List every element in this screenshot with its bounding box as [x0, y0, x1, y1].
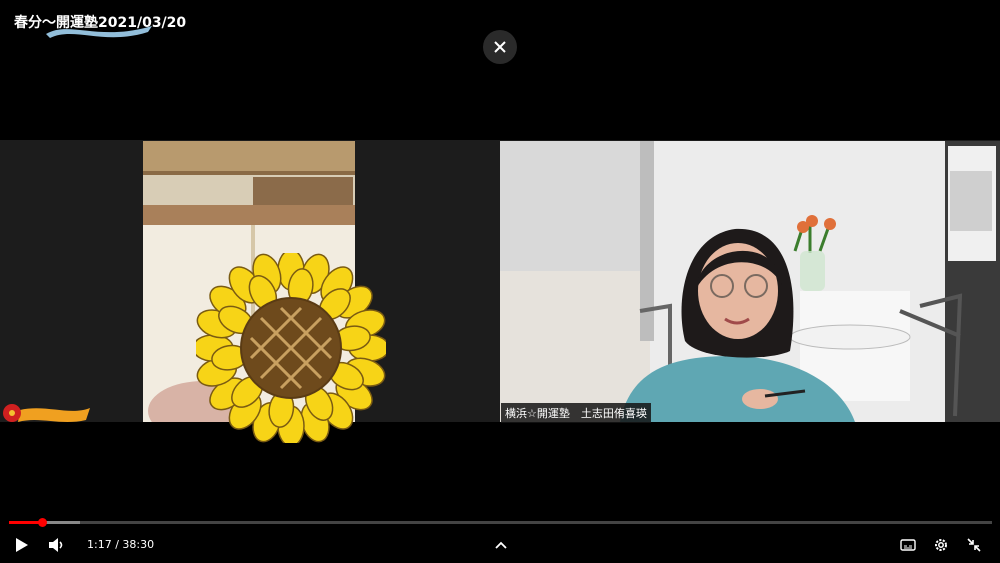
play-icon [16, 538, 28, 552]
minimize-icon [967, 538, 981, 552]
exit-fullscreen-button[interactable] [964, 535, 984, 555]
volume-icon [49, 538, 63, 552]
progress-scrubber[interactable] [38, 518, 47, 527]
ribbon-decoration [46, 26, 152, 38]
current-time: 1:17 [87, 538, 112, 551]
sunflower-icon [196, 253, 386, 443]
settings-button[interactable] [931, 535, 951, 555]
expand-button[interactable] [491, 535, 511, 555]
time-display: 1:17 / 38:30 [87, 538, 154, 551]
progress-bar[interactable] [9, 521, 992, 524]
participant-tile-right [500, 141, 1000, 422]
close-icon [494, 41, 506, 53]
duration: 38:30 [122, 538, 155, 551]
chevron-up-icon [495, 541, 507, 549]
close-button[interactable] [483, 30, 517, 64]
gear-icon [935, 539, 947, 551]
flower-badge-icon [3, 404, 90, 422]
speaker-video [500, 141, 1000, 422]
play-button[interactable] [12, 535, 32, 555]
subtitles-button[interactable] [898, 535, 918, 555]
volume-button[interactable] [47, 535, 67, 555]
subtitles-icon [900, 539, 916, 551]
participant-name-label: 横浜☆開運塾 土志田侑喜瑛 [501, 403, 651, 423]
time-separator: / [111, 538, 123, 551]
